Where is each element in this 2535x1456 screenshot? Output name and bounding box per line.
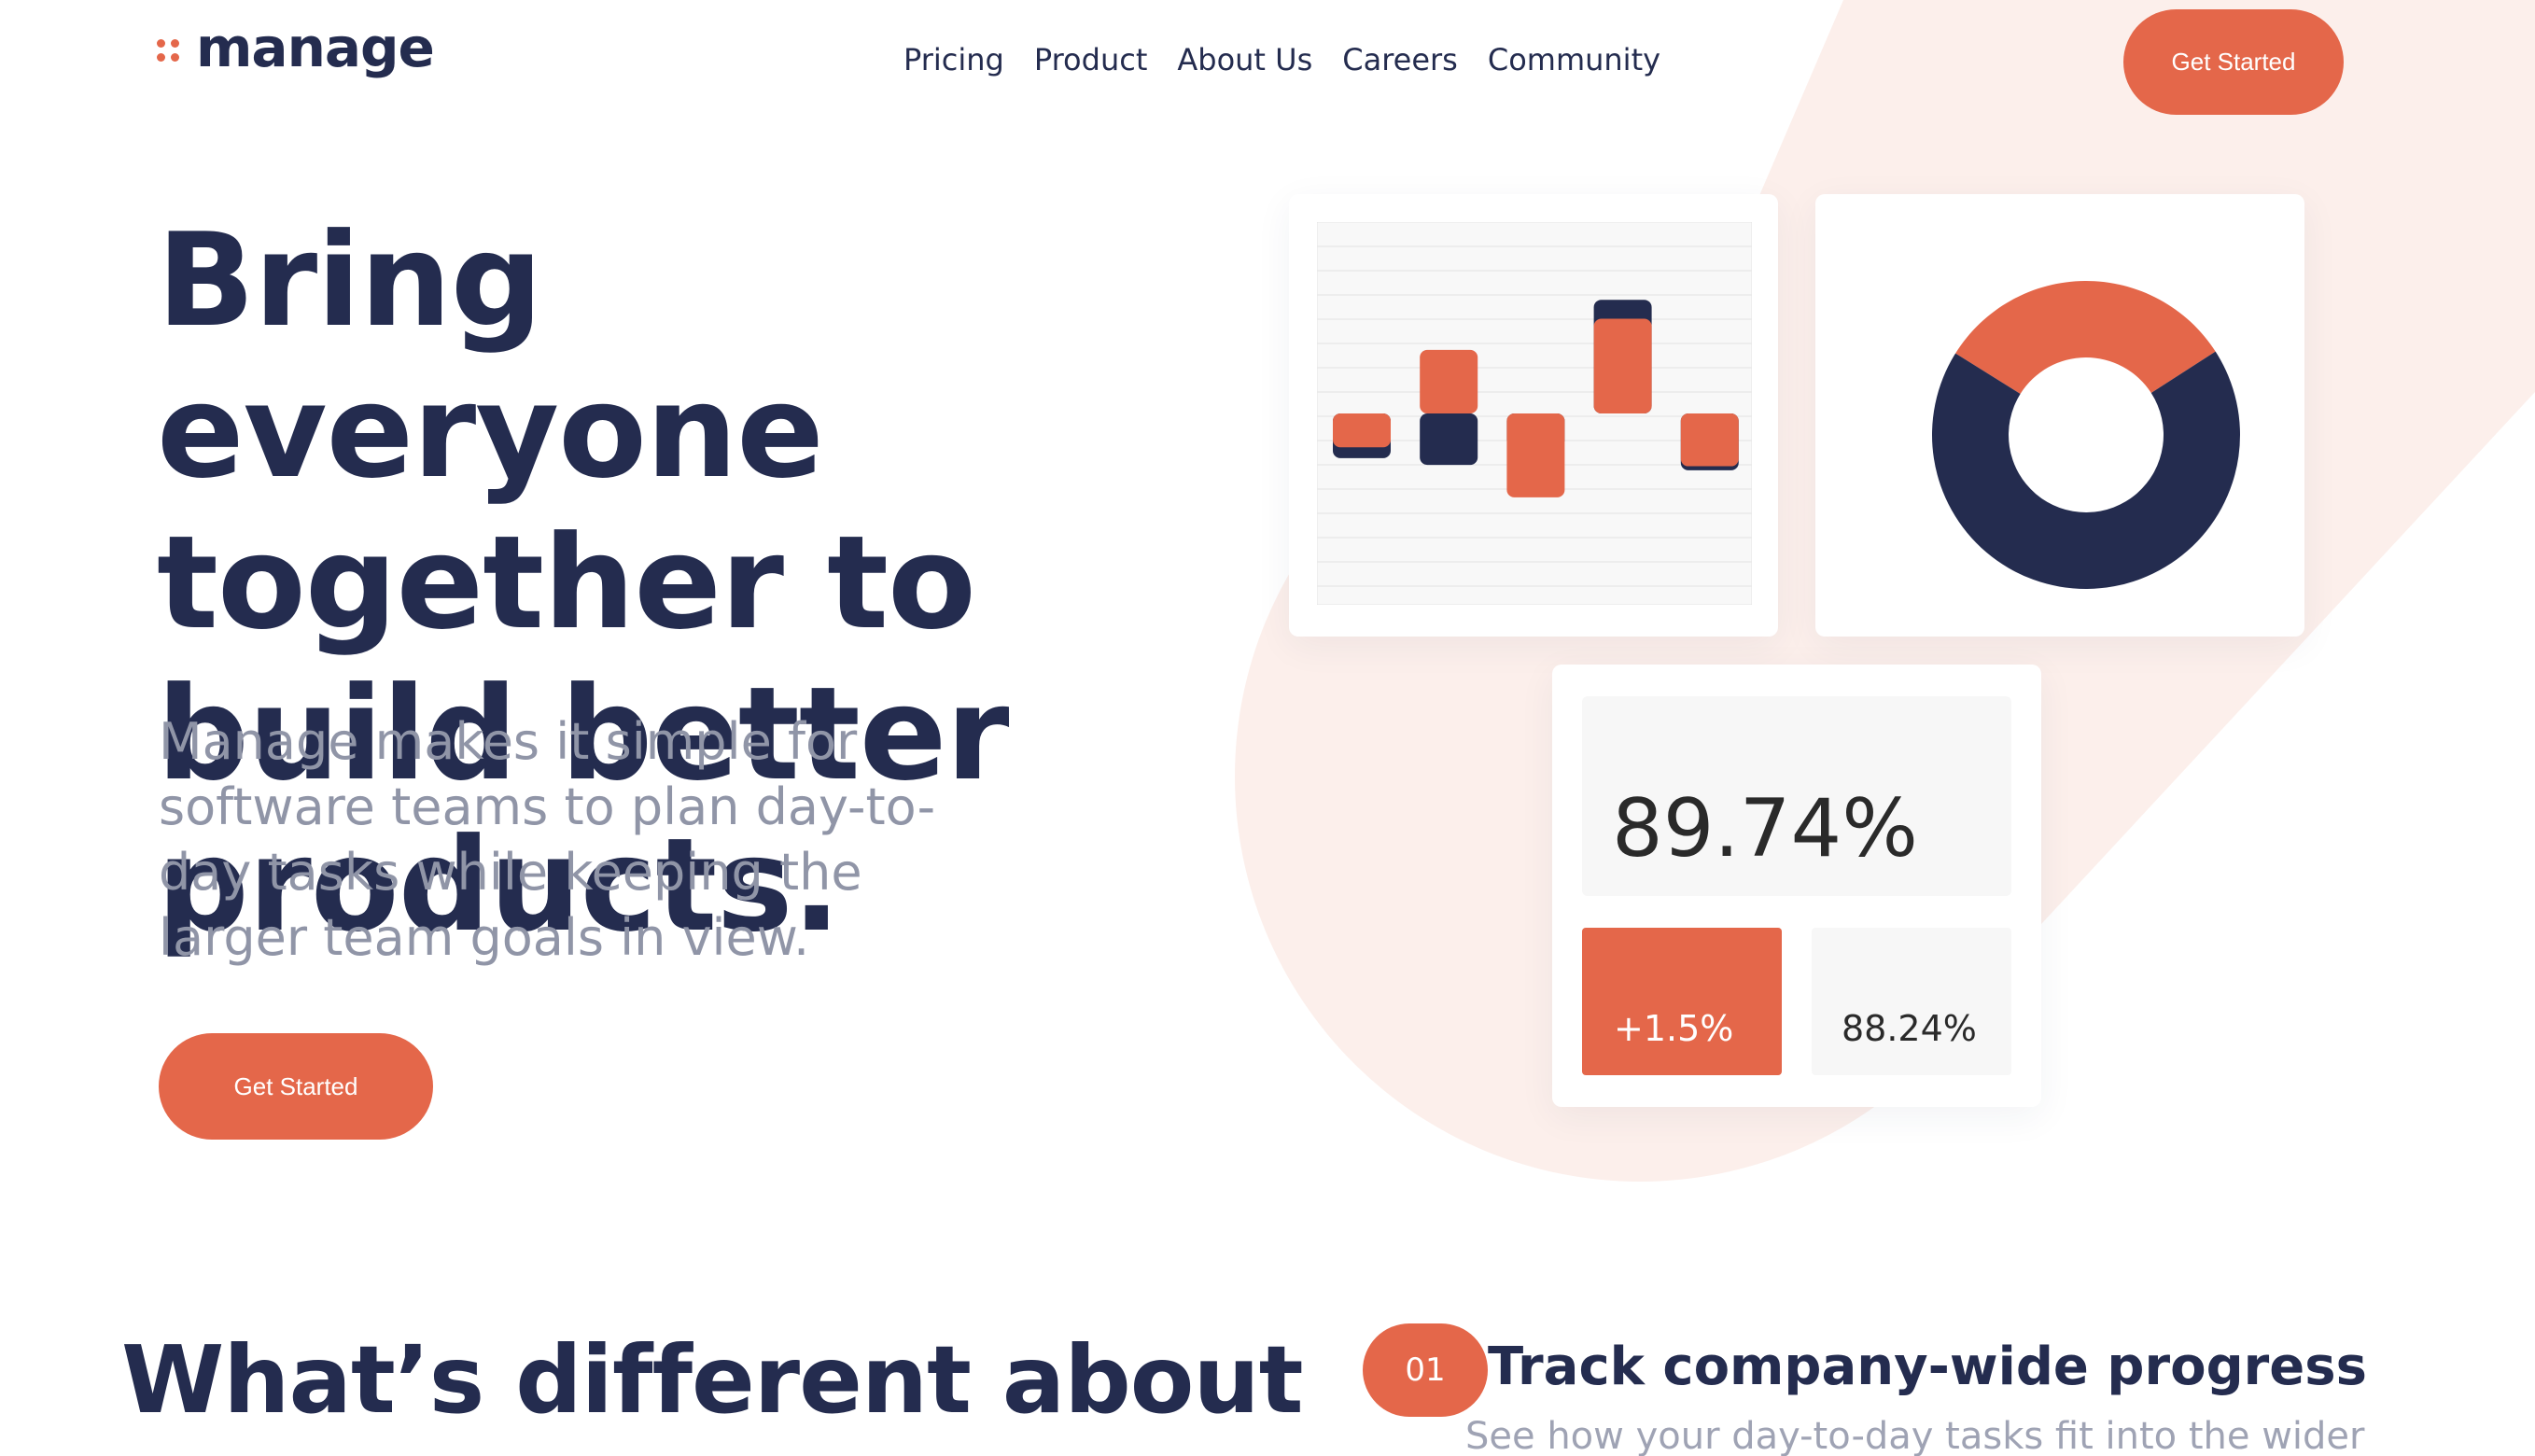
stat-main-value: 89.74% <box>1612 782 1918 875</box>
stats-card: 89.74% +1.5% 88.24% <box>1552 665 2041 1107</box>
bar-series-1-bar-4 <box>1593 318 1652 413</box>
stat-secondary-panel: 88.24% <box>1812 928 2011 1075</box>
stat-change-value: +1.5% <box>1614 1008 1734 1049</box>
nav-item-community[interactable]: Community <box>1488 42 1660 77</box>
logo-dots-icon <box>157 39 179 62</box>
donut-slice-2 <box>1932 351 2240 589</box>
section-title: What’s different about <box>121 1325 1303 1435</box>
hero-description: Manage makes it simple for software team… <box>159 712 936 967</box>
feature-description: See how your day-to-day tasks fit into t… <box>1465 1415 2365 1456</box>
stat-secondary-value: 88.24% <box>1842 1008 1977 1049</box>
donut-chart-card <box>1815 194 2304 637</box>
bar-chart-card <box>1289 194 1778 637</box>
bar-series-1-bar-1 <box>1333 413 1391 448</box>
nav-item-careers[interactable]: Careers <box>1342 42 1458 77</box>
bar-series-2-bar-2 <box>1420 413 1478 466</box>
logo-text: manage <box>196 16 435 79</box>
nav-item-product[interactable]: Product <box>1034 42 1148 77</box>
bar-series-1-bar-3 <box>1506 413 1565 497</box>
hero-get-started-button[interactable]: Get Started <box>159 1033 433 1140</box>
feature-number-badge: 01 <box>1363 1323 1488 1417</box>
stat-change-panel: +1.5% <box>1582 928 1782 1075</box>
main-nav: Pricing Product About Us Careers Communi… <box>903 42 1660 77</box>
header-get-started-button[interactable]: Get Started <box>2123 9 2344 115</box>
bar-series-1-bar-2 <box>1420 349 1478 413</box>
feature-title: Track company-wide progress <box>1488 1337 2367 1397</box>
bar-chart <box>1317 222 1752 605</box>
nav-item-about-us[interactable]: About Us <box>1177 42 1312 77</box>
nav-item-pricing[interactable]: Pricing <box>903 42 1004 77</box>
landing-page: manage Pricing Product About Us Careers … <box>0 0 2535 1456</box>
bar-series-1-bar-5 <box>1680 413 1739 467</box>
logo[interactable]: manage <box>157 16 435 79</box>
stat-main-panel: 89.74% <box>1582 696 2011 896</box>
donut-chart <box>1932 281 2240 589</box>
